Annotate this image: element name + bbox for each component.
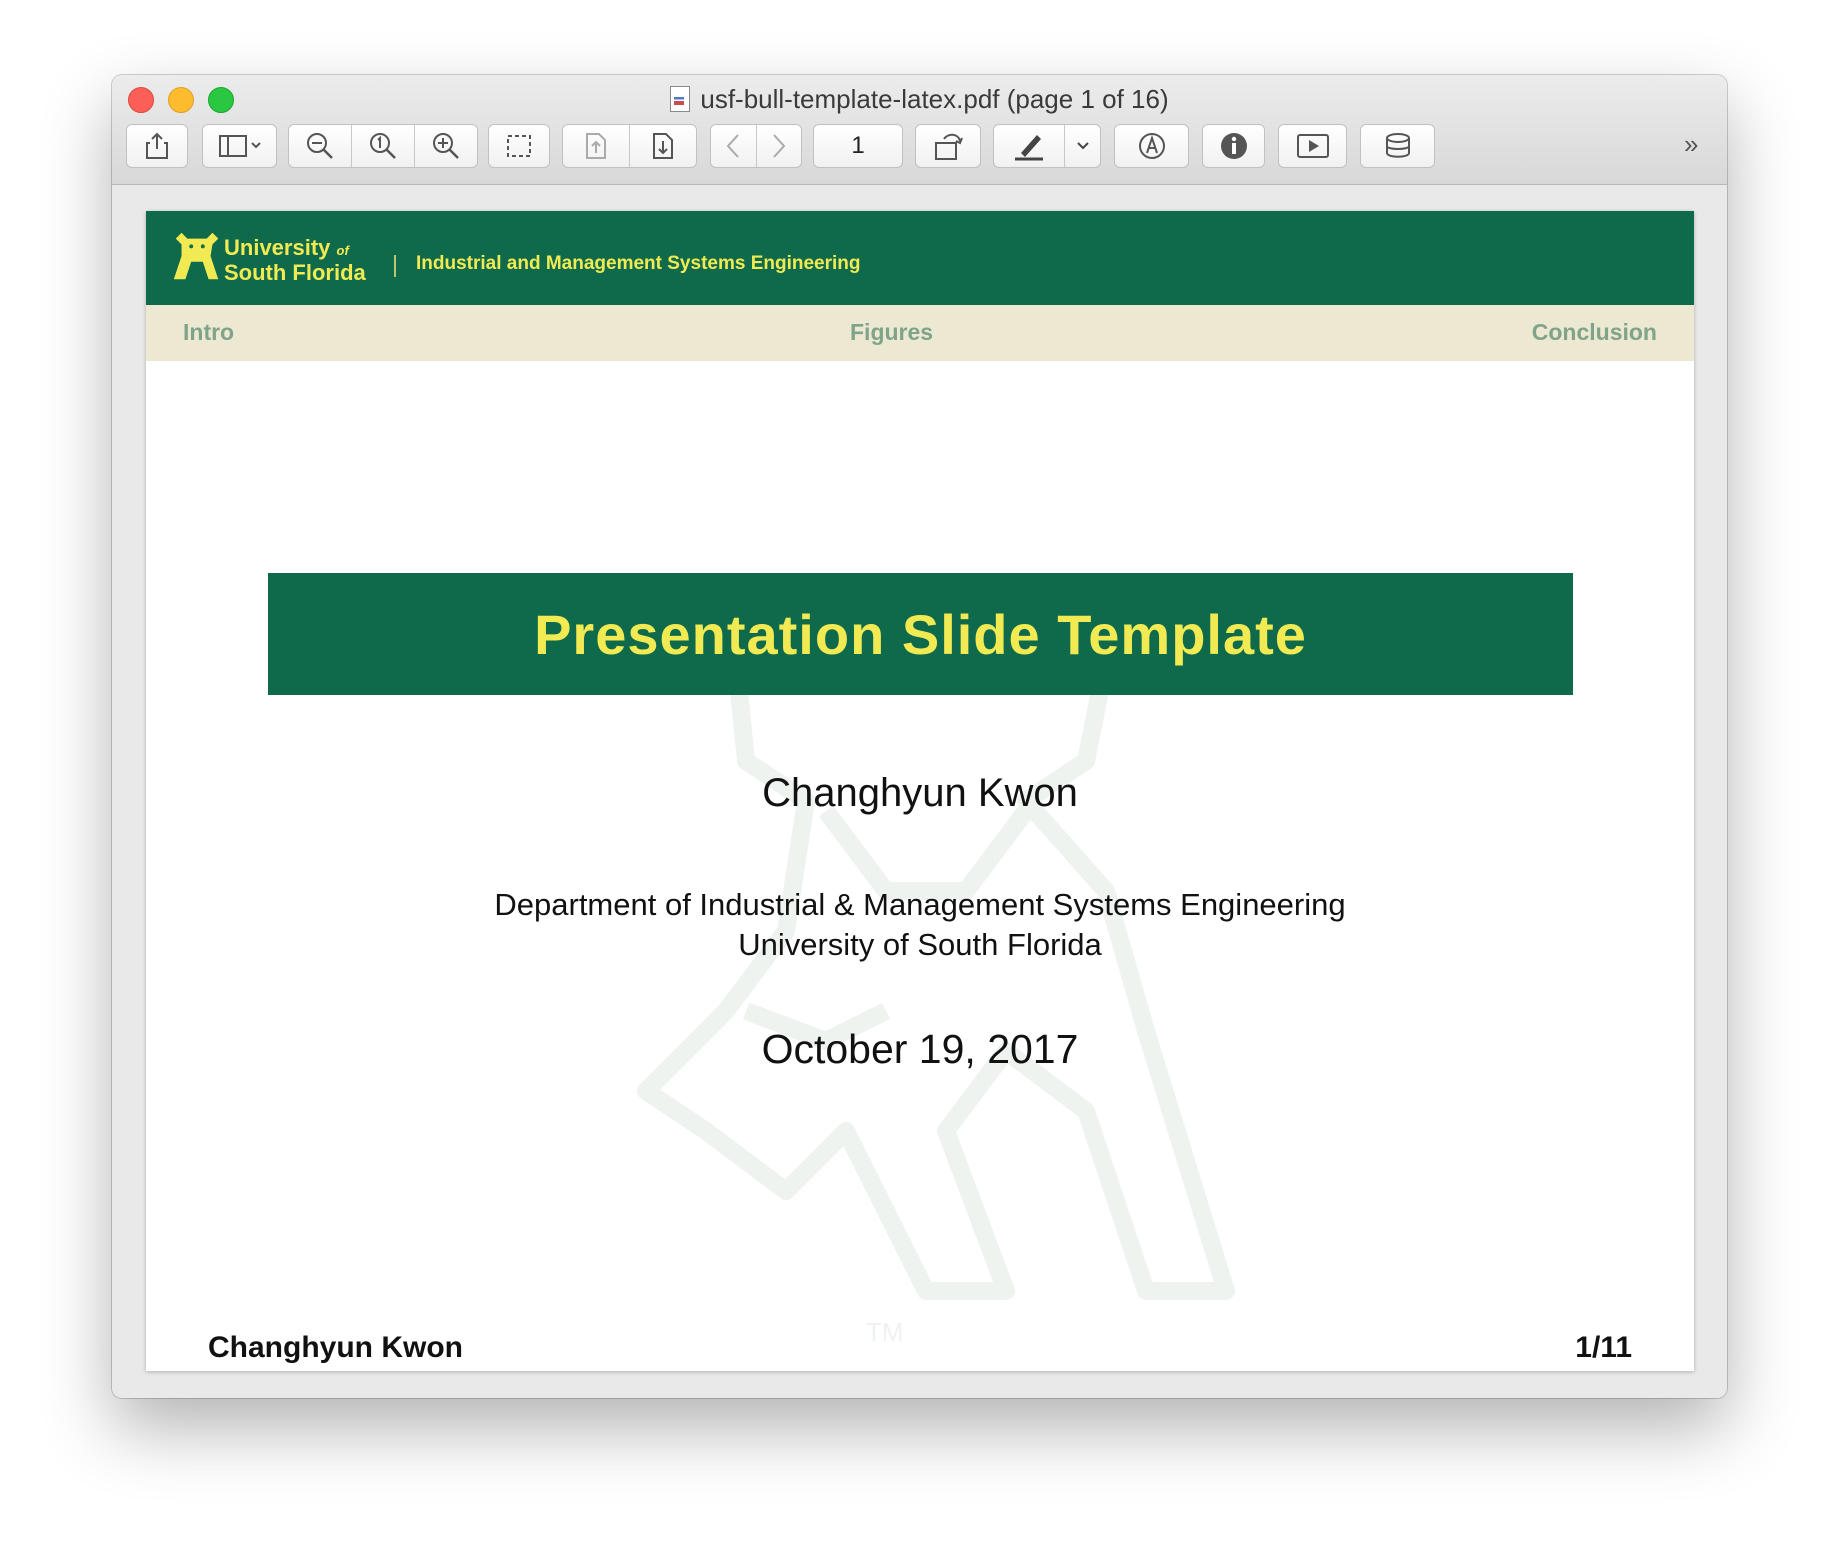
logo-line1: University [224, 235, 331, 260]
nav-intro[interactable]: Intro [183, 319, 234, 346]
footer-page-number: 1/11 [1575, 1331, 1632, 1364]
selection-button[interactable] [488, 124, 550, 168]
back-icon[interactable] [711, 125, 756, 167]
back-forward-group [710, 124, 802, 168]
usf-wordmark: University of South Florida [224, 237, 366, 284]
preview-window: usf-bull-template-latex.pdf (page 1 of 1… [112, 75, 1727, 1398]
slideshow-icon [1279, 125, 1346, 167]
slide-header: University of South Florida Industrial a… [146, 211, 1694, 305]
info-button[interactable] [1202, 124, 1265, 168]
document-area[interactable]: University of South Florida Industrial a… [112, 185, 1727, 1398]
window-title-text: usf-bull-template-latex.pdf (page 1 of 1… [700, 84, 1169, 114]
sidebar-button[interactable] [202, 124, 277, 168]
more-icon[interactable]: » [1684, 129, 1699, 160]
selection-icon [489, 125, 549, 167]
sidebar-icon [203, 125, 276, 167]
highlight-dropdown-icon[interactable] [1064, 125, 1100, 167]
nav-conclusion[interactable]: Conclusion [1532, 319, 1657, 346]
slide-nav: Intro Figures Conclusion [146, 305, 1694, 361]
forward-icon[interactable] [755, 125, 802, 167]
slideshow-button[interactable] [1278, 124, 1347, 168]
share-button[interactable] [126, 124, 188, 168]
slide-affiliation-dept: Department of Industrial & Management Sy… [494, 887, 1346, 922]
logo-line2: South Florida [224, 260, 366, 285]
info-icon [1203, 125, 1264, 167]
markup-icon [1115, 125, 1188, 167]
slide-author: Changhyun Kwon [762, 771, 1078, 815]
title-box: Presentation Slide Template [268, 573, 1573, 695]
page-number: 1 [851, 132, 865, 159]
header-divider [394, 255, 396, 277]
page-number-field[interactable]: 1 [813, 124, 903, 168]
share-icon [127, 125, 187, 167]
footer-author: Changhyun Kwon [208, 1331, 463, 1364]
page-nav-group [562, 124, 697, 168]
database-button[interactable] [1360, 124, 1435, 168]
page-up-icon[interactable] [563, 125, 629, 167]
nav-figures[interactable]: Figures [850, 319, 933, 346]
header-department: Industrial and Management Systems Engine… [416, 253, 861, 274]
zoom-in-icon[interactable] [414, 125, 477, 167]
rotate-button[interactable] [915, 124, 981, 168]
highlight-icon[interactable] [994, 125, 1064, 167]
slide-affiliation-univ: University of South Florida [738, 927, 1102, 962]
markup-button[interactable] [1114, 124, 1189, 168]
page-down-icon[interactable] [629, 125, 696, 167]
actual-size-icon[interactable] [351, 125, 414, 167]
page-number-container: 1 [814, 125, 902, 167]
database-icon [1361, 125, 1434, 167]
window-title: usf-bull-template-latex.pdf (page 1 of 1… [112, 83, 1727, 115]
slide-title: Presentation Slide Template [534, 602, 1307, 666]
zoom-group [288, 124, 478, 168]
usf-bull-logo-icon [173, 232, 219, 280]
pdf-page: University of South Florida Industrial a… [146, 211, 1694, 1371]
watermark-tm: TM [866, 1317, 904, 1347]
zoom-out-icon[interactable] [289, 125, 351, 167]
highlight-group [993, 124, 1101, 168]
logo-of: of [336, 243, 349, 258]
rotate-icon [916, 125, 980, 167]
pdf-document-icon [670, 86, 691, 112]
titlebar: usf-bull-template-latex.pdf (page 1 of 1… [112, 75, 1727, 185]
slide-date: October 19, 2017 [761, 1026, 1079, 1072]
